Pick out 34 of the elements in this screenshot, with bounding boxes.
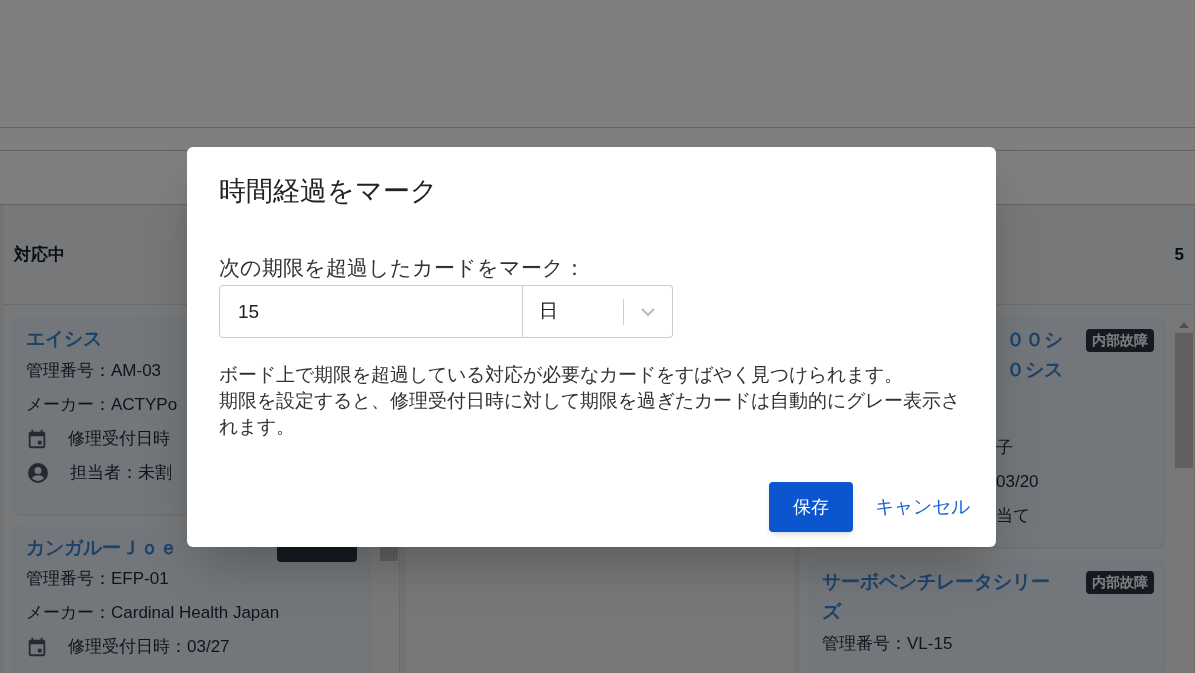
card-title: エイシス: [26, 327, 102, 351]
card-field: 03/20: [996, 469, 1039, 495]
card-field: メーカー：Cardinal Health Japan: [26, 600, 280, 626]
category-badge: 内部故障: [1086, 329, 1154, 352]
unit-select[interactable]: 日: [523, 285, 673, 338]
card-field: 修理受付日時: [68, 425, 170, 452]
dialog-title: 時間経過をマーク: [219, 175, 439, 205]
category-badge: 内部故障: [1086, 571, 1154, 594]
card-field: 管理番号：EFP-01: [26, 566, 169, 592]
duration-input[interactable]: 15: [219, 285, 523, 338]
card-field: メーカー：ACTYPo: [26, 391, 178, 418]
chevron-down-icon: [640, 306, 656, 317]
card-field: 管理番号：VL-15: [822, 631, 953, 657]
card-title: サーボベンチレータシリーズ: [822, 570, 1051, 624]
card-field: 子: [996, 435, 1013, 461]
column-title: 対応中: [14, 243, 65, 266]
field-label: 次の期限を超過したカードをマーク：: [219, 255, 586, 281]
card-title: カンガルーＪｏｅ: [26, 535, 178, 560]
save-button[interactable]: 保存: [769, 482, 853, 532]
description-text: 期限を設定すると、修理受付日時に対して期限を過ぎたカードは自動的にグレー表示されます。: [219, 389, 961, 439]
scrollbar-thumb[interactable]: [1175, 333, 1193, 468]
card-field: 担当者：未割: [70, 459, 172, 486]
calendar-icon: [26, 636, 48, 658]
calendar-icon: [26, 427, 48, 450]
card-field: 修理受付日時：03/27: [68, 634, 230, 660]
card-count: 5: [1174, 243, 1184, 266]
description-text: ボード上で期限を超過している対応が必要なカードをすばやく見つけられます。: [219, 363, 904, 387]
card-field: 当て: [996, 503, 1030, 529]
scroll-up-icon[interactable]: [1178, 321, 1190, 329]
card-title: ０シス: [1006, 358, 1064, 382]
person-icon: [26, 460, 50, 485]
card-title: ００シ: [1006, 328, 1064, 352]
cancel-link[interactable]: キャンセル: [875, 482, 970, 532]
card-field: 管理番号：AM-03: [26, 357, 162, 384]
